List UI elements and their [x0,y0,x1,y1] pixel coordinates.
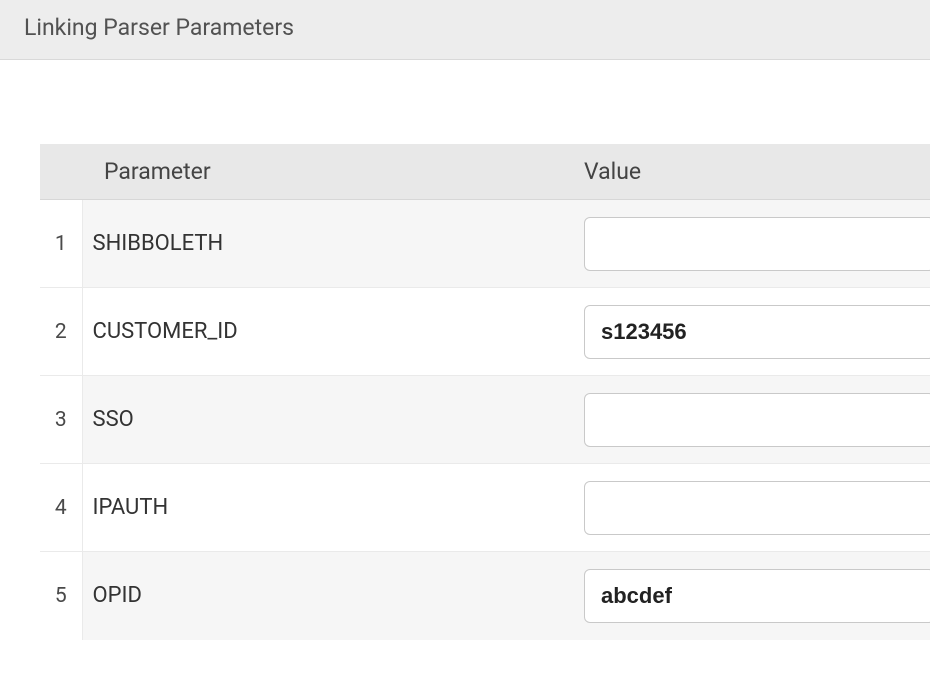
value-input[interactable] [584,481,930,535]
table-row: 3 SSO [40,376,930,464]
row-value-cell [564,552,930,640]
col-header-parameter: Parameter [82,144,564,200]
row-parameter: CUSTOMER_ID [82,288,564,376]
value-input[interactable] [584,305,930,359]
row-number: 1 [40,200,82,288]
value-input[interactable] [584,569,930,623]
row-value-cell [564,200,930,288]
row-parameter: SSO [82,376,564,464]
col-header-value: Value [564,144,930,200]
parameters-table: Parameter Value 1 SHIBBOLETH 2 CUSTOMER_… [40,144,930,640]
col-header-number [40,144,82,200]
table-row: 2 CUSTOMER_ID [40,288,930,376]
table-row: 4 IPAUTH [40,464,930,552]
row-number: 5 [40,552,82,640]
row-value-cell [564,376,930,464]
row-parameter: IPAUTH [82,464,564,552]
panel-header: Linking Parser Parameters [0,0,930,60]
table-header-row: Parameter Value [40,144,930,200]
panel-title: Linking Parser Parameters [24,14,906,41]
value-input[interactable] [584,393,930,447]
table-row: 1 SHIBBOLETH [40,200,930,288]
row-number: 3 [40,376,82,464]
row-number: 2 [40,288,82,376]
row-parameter: OPID [82,552,564,640]
table-row: 5 OPID [40,552,930,640]
row-value-cell [564,288,930,376]
value-input[interactable] [584,217,930,271]
row-number: 4 [40,464,82,552]
row-parameter: SHIBBOLETH [82,200,564,288]
row-value-cell [564,464,930,552]
